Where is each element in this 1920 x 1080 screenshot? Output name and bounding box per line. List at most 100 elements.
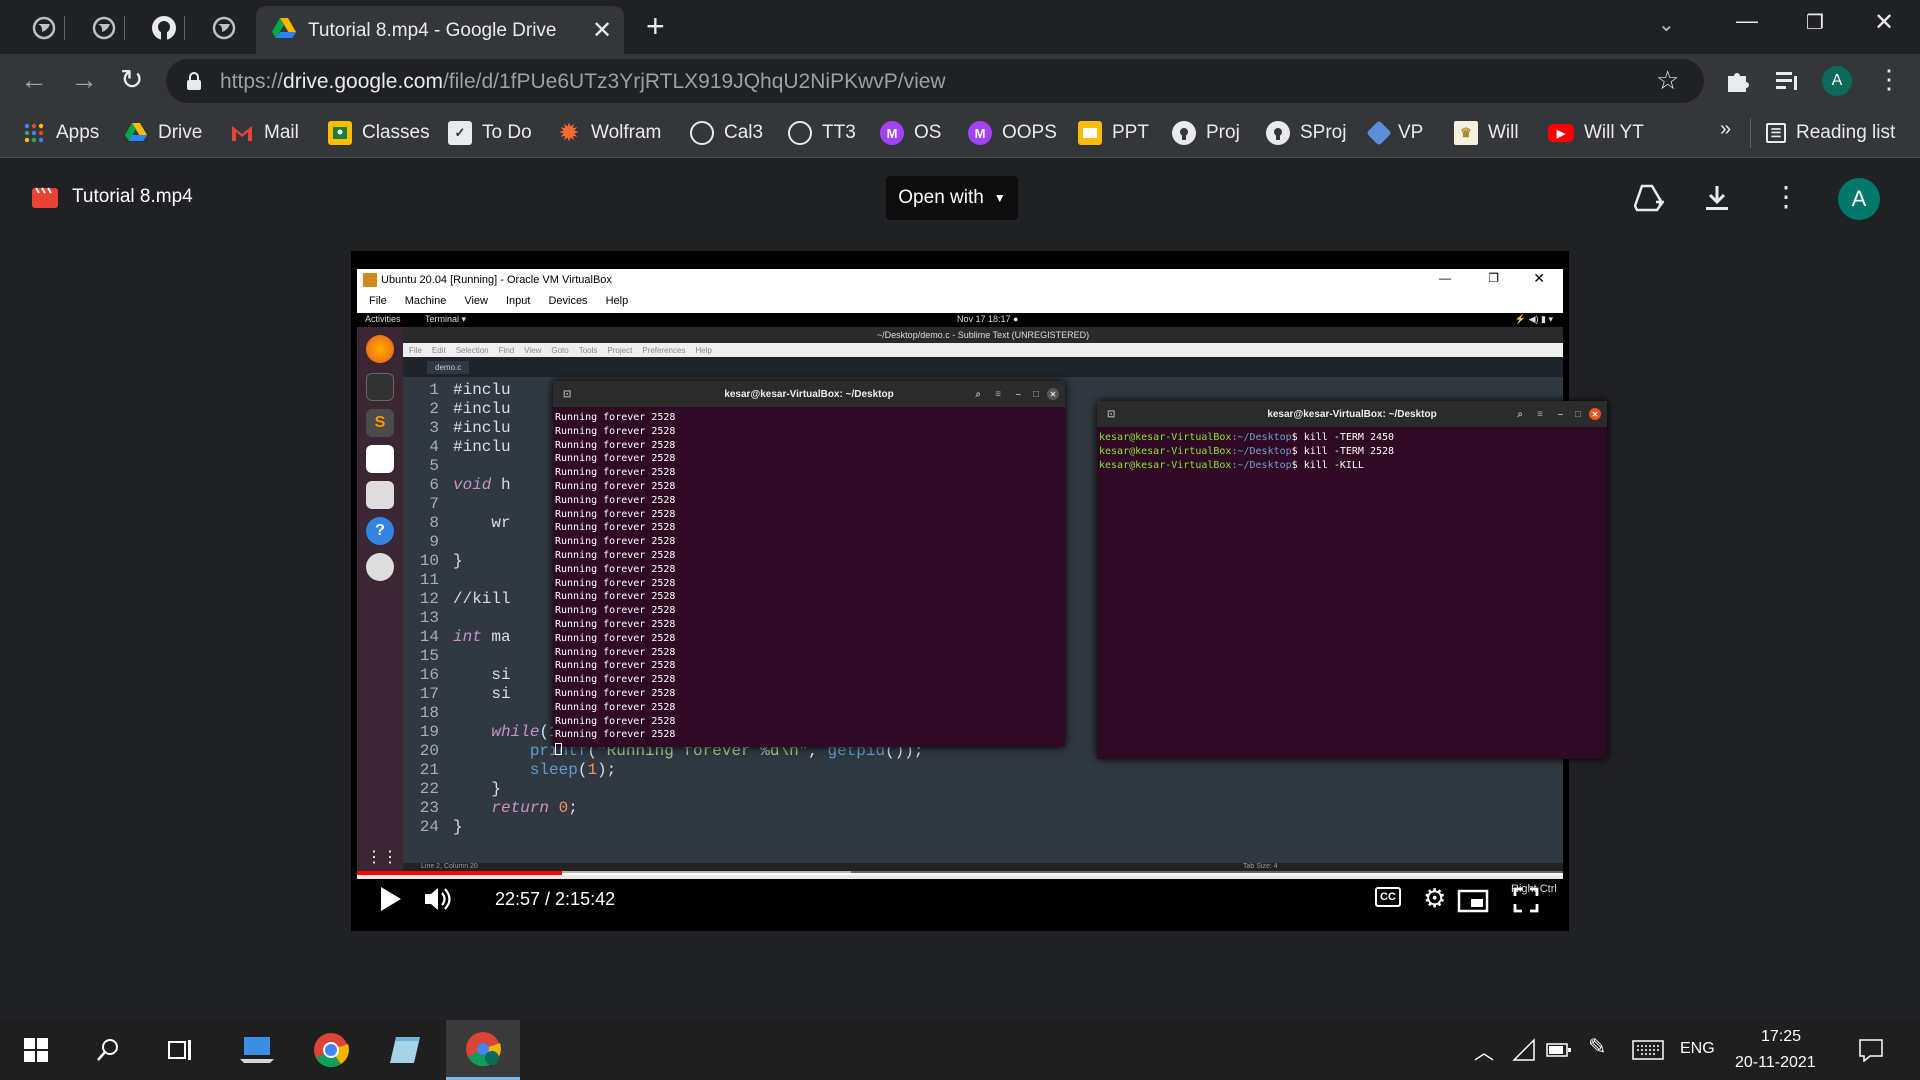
text-editor-icon[interactable] xyxy=(366,445,394,473)
reading-list-button[interactable]: ☰ Reading list xyxy=(1766,118,1895,148)
bookmark-wolfram[interactable]: ✹ Wolfram xyxy=(557,118,662,148)
disc-icon[interactable] xyxy=(366,553,394,581)
terminal-maximize-button[interactable]: □ xyxy=(1033,389,1039,400)
language-indicator[interactable]: ENG xyxy=(1680,1040,1715,1058)
terminal-window-kill[interactable]: ⊡ kesar@kesar-VirtualBox: ~/Desktop ⌕ ≡ … xyxy=(1097,401,1607,759)
forward-button[interactable]: → xyxy=(70,64,98,96)
bookmark-vp[interactable]: VP xyxy=(1366,118,1423,148)
bookmark-todo[interactable]: ✓ To Do xyxy=(448,118,532,148)
bookmark-oops[interactable]: M OOPS xyxy=(968,118,1057,148)
battery-icon[interactable] xyxy=(1546,1042,1572,1058)
bookmark-apps[interactable]: Apps xyxy=(22,118,99,148)
bookmark-cal3[interactable]: Cal3 xyxy=(690,118,763,148)
sublime-icon[interactable]: S xyxy=(366,409,394,437)
vb-menu-file[interactable]: File xyxy=(369,295,387,307)
more-actions-icon[interactable]: ⋮ xyxy=(1772,180,1800,213)
pinned-tab-globe-3[interactable] xyxy=(206,10,242,46)
terminal-menu-icon[interactable]: ≡ xyxy=(995,389,1001,400)
play-icon[interactable] xyxy=(379,885,403,913)
terminal-minimize-button[interactable]: – xyxy=(1557,409,1563,420)
terminal-maximize-button[interactable]: □ xyxy=(1575,409,1581,420)
start-button[interactable] xyxy=(6,1020,66,1080)
open-with-button[interactable]: Open with ▼ xyxy=(886,176,1018,220)
drive-avatar[interactable]: A xyxy=(1838,178,1880,220)
media-queue-icon[interactable] xyxy=(1774,68,1800,94)
show-hidden-icons-chevron-icon[interactable]: ︿ xyxy=(1474,1036,1494,1065)
restore-window-button[interactable]: ❐ xyxy=(1806,10,1824,35)
bookmark-sproj[interactable]: SProj xyxy=(1266,118,1346,148)
wifi-icon[interactable] xyxy=(1512,1038,1536,1062)
taskbar-clock[interactable]: 17:25 xyxy=(1761,1028,1801,1046)
terminal-menu-icon[interactable]: ≡ xyxy=(1537,409,1543,420)
tab-search-icon[interactable]: ⌄ xyxy=(1658,12,1675,37)
terminal-search-icon[interactable]: ⌕ xyxy=(1517,409,1523,420)
gnome-clock[interactable]: Nov 17 18:17 ● xyxy=(957,314,1018,324)
taskbar-pc-app[interactable] xyxy=(227,1020,287,1080)
vb-minimize-button[interactable]: — xyxy=(1439,271,1451,285)
bookmark-will-yt[interactable]: ▶ Will YT xyxy=(1548,118,1644,148)
bookmark-tt3[interactable]: TT3 xyxy=(788,118,856,148)
pinned-tab-github[interactable] xyxy=(146,10,182,46)
bookmark-proj[interactable]: Proj xyxy=(1172,118,1240,148)
bookmark-drive[interactable]: Drive xyxy=(124,118,202,148)
terminal-app-menu[interactable]: Terminal ▾ xyxy=(425,314,466,325)
vb-menu-help[interactable]: Help xyxy=(606,295,629,307)
reload-button[interactable]: ↻ xyxy=(120,63,143,96)
captions-button[interactable]: CC xyxy=(1375,887,1401,907)
keyboard-icon[interactable] xyxy=(1632,1040,1664,1060)
close-window-button[interactable]: ✕ xyxy=(1874,8,1894,37)
terminal-close-button[interactable]: ✕ xyxy=(1047,388,1059,400)
pinned-tab-globe[interactable] xyxy=(26,10,62,46)
close-tab-icon[interactable]: ✕ xyxy=(592,16,612,45)
taskbar-notes-app[interactable] xyxy=(375,1020,435,1080)
bookmark-will[interactable]: ♛ Will xyxy=(1454,118,1519,148)
terminal-minimize-button[interactable]: – xyxy=(1015,389,1021,400)
address-bar[interactable]: https://drive.google.com/file/d/1fPUe6UT… xyxy=(166,59,1704,103)
back-button[interactable]: ← xyxy=(20,64,48,96)
new-tab-icon[interactable]: ⊡ xyxy=(563,389,571,400)
terminal-search-icon[interactable]: ⌕ xyxy=(975,389,981,400)
bookmark-os[interactable]: M OS xyxy=(880,118,941,148)
new-tab-button[interactable]: + xyxy=(646,8,665,45)
task-view-button[interactable] xyxy=(150,1020,210,1080)
vb-restore-button[interactable]: ❐ xyxy=(1488,271,1499,285)
theater-mode-icon[interactable] xyxy=(1457,889,1489,913)
bookmark-classes[interactable]: Classes xyxy=(328,118,430,148)
search-button[interactable] xyxy=(78,1020,138,1080)
settings-gear-icon[interactable]: ⚙ xyxy=(1423,883,1446,914)
chrome-menu-icon[interactable]: ⋮ xyxy=(1876,64,1902,95)
progress-bar[interactable] xyxy=(357,871,1563,875)
active-tab[interactable]: Tutorial 8.mp4 - Google Drive ✕ xyxy=(256,6,624,54)
notifications-icon[interactable] xyxy=(1858,1038,1884,1062)
firefox-icon[interactable] xyxy=(366,335,394,363)
terminal-icon[interactable] xyxy=(366,373,394,401)
bookmark-mail[interactable]: Mail xyxy=(230,118,299,148)
pinned-tab-globe-2[interactable] xyxy=(86,10,122,46)
add-to-drive-icon[interactable] xyxy=(1634,184,1664,212)
pen-icon[interactable]: ✎ xyxy=(1588,1034,1606,1060)
files-icon[interactable] xyxy=(366,481,394,509)
extensions-puzzle-icon[interactable] xyxy=(1724,68,1750,94)
video-player[interactable]: Ubuntu 20.04 [Running] - Oracle VM Virtu… xyxy=(351,251,1607,931)
terminal-close-button[interactable]: ✕ xyxy=(1589,408,1601,420)
system-tray-icons[interactable]: ⚡ ◀) ▮ ▾ xyxy=(1515,314,1553,325)
vb-menu-machine[interactable]: Machine xyxy=(405,295,447,307)
volume-icon[interactable] xyxy=(423,885,453,913)
more-bookmarks-chevron-icon[interactable]: » xyxy=(1720,118,1731,141)
new-tab-icon[interactable]: ⊡ xyxy=(1107,409,1115,420)
vb-close-button[interactable]: ✕ xyxy=(1533,270,1545,287)
download-icon[interactable] xyxy=(1704,184,1730,212)
sublime-tab-demo[interactable]: demo.c xyxy=(427,361,470,374)
bookmark-star-icon[interactable]: ☆ xyxy=(1656,65,1679,96)
help-icon[interactable]: ? xyxy=(366,517,394,545)
activities-button[interactable]: Activities xyxy=(365,314,401,324)
terminal-window-running[interactable]: ⊡ kesar@kesar-VirtualBox: ~/Desktop ⌕ ≡ … xyxy=(553,381,1065,756)
vb-menu-input[interactable]: Input xyxy=(506,295,530,307)
taskbar-chrome[interactable] xyxy=(301,1020,361,1080)
vb-menu-devices[interactable]: Devices xyxy=(548,295,587,307)
fullscreen-icon[interactable] xyxy=(1513,887,1539,913)
vb-menu-view[interactable]: View xyxy=(464,295,488,307)
bookmark-ppt[interactable]: PPT xyxy=(1078,118,1149,148)
minimize-window-button[interactable]: — xyxy=(1736,8,1758,34)
profile-avatar[interactable]: A xyxy=(1822,66,1852,96)
